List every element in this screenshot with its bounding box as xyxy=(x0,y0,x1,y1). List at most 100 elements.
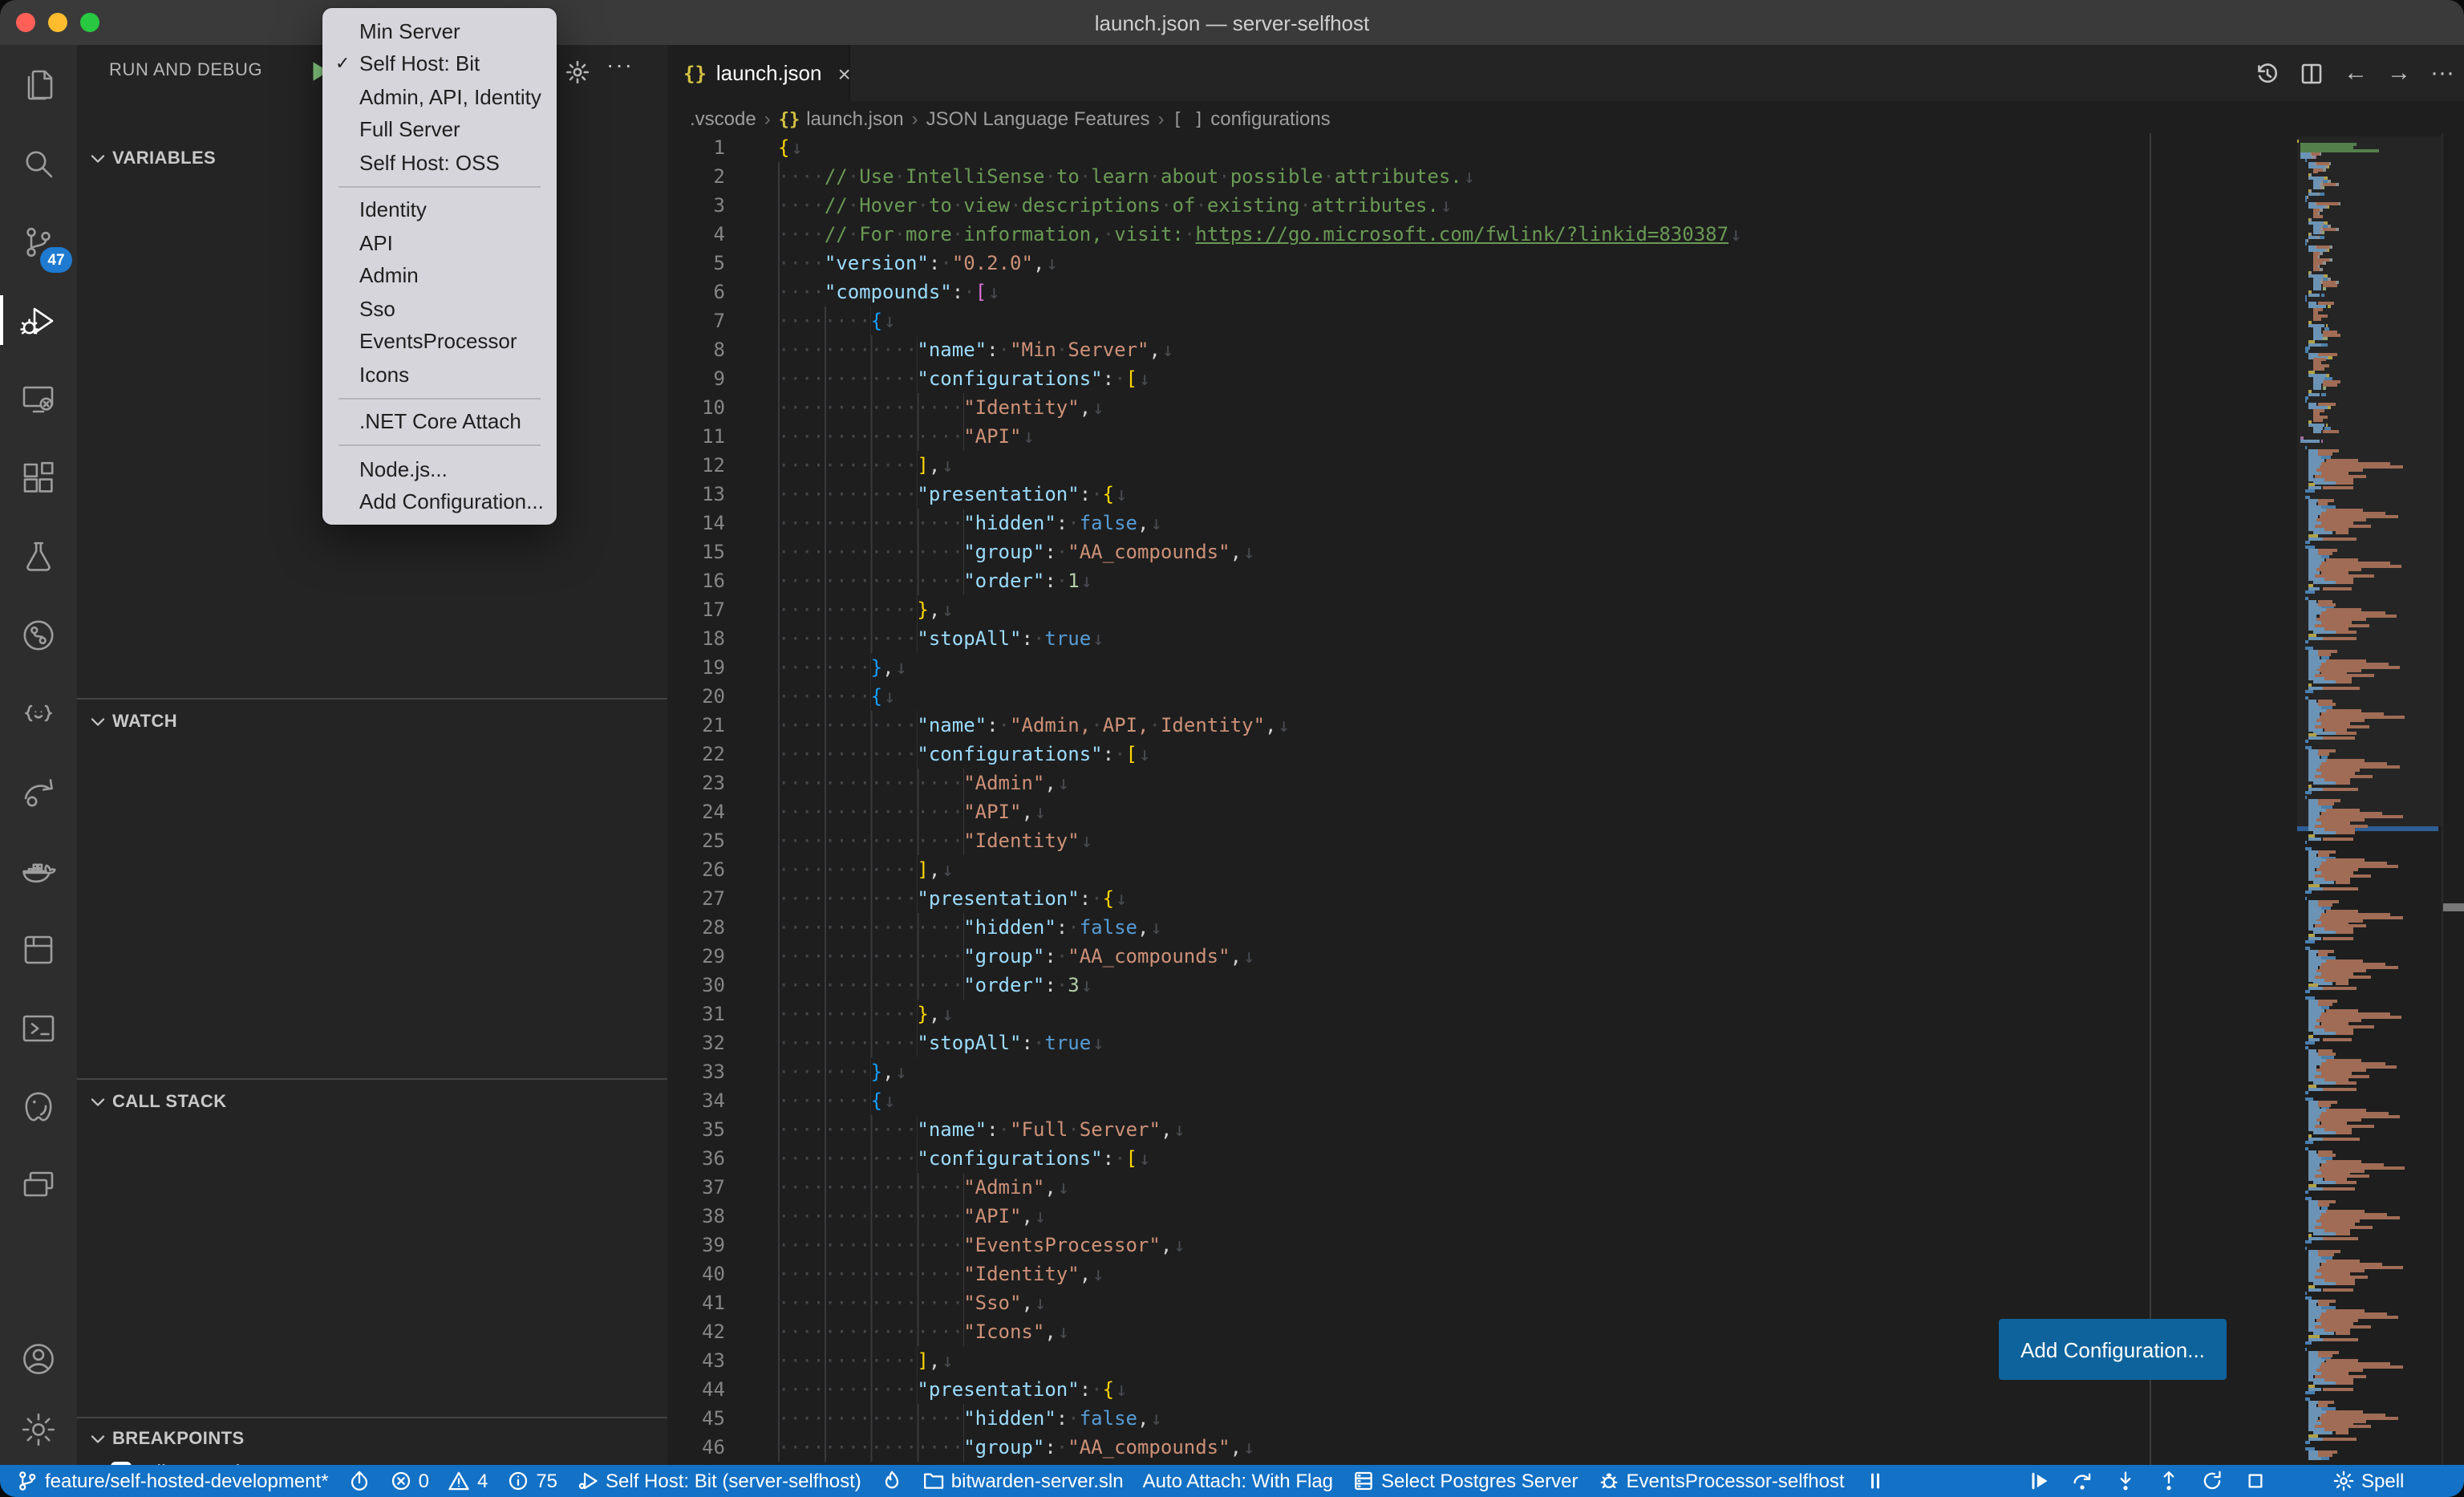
code-line[interactable]: 16················"order":·1↓ xyxy=(667,566,2464,595)
code-line[interactable]: 37················"Admin",↓ xyxy=(667,1173,2464,1202)
code-line[interactable]: 4····//·For·more·information,·visit:·htt… xyxy=(667,220,2464,249)
code-line[interactable]: 1{↓ xyxy=(667,133,2464,162)
more-actions-icon[interactable]: ··· xyxy=(2430,59,2454,87)
code-line[interactable]: 6····"compounds":·[↓ xyxy=(667,278,2464,306)
gitlens-icon[interactable] xyxy=(0,595,77,674)
code-line[interactable]: 2····//·Use·IntelliSense·to·learn·about·… xyxy=(667,162,2464,191)
code-line[interactable]: 27············"presentation":·{↓ xyxy=(667,884,2464,913)
navigate-forward-icon[interactable]: → xyxy=(2387,59,2411,87)
code-line[interactable]: 19········},↓ xyxy=(667,653,2464,682)
menu-item-self-host-bit[interactable]: ✓Self Host: Bit xyxy=(322,47,557,80)
explorer-icon[interactable] xyxy=(0,45,77,124)
testing-icon[interactable] xyxy=(0,517,77,595)
publish-changes[interactable] xyxy=(348,1470,371,1492)
menu-item-add-configuration-[interactable]: Add Configuration... xyxy=(322,485,557,518)
live-share-icon[interactable] xyxy=(0,753,77,831)
breadcrumb-item[interactable]: .vscode xyxy=(690,108,756,130)
code-line[interactable]: 41················"Sso",↓ xyxy=(667,1288,2464,1317)
code-line[interactable]: 24················"API",↓ xyxy=(667,797,2464,826)
step-over-button[interactable] xyxy=(2071,1470,2093,1492)
watch-section-header[interactable]: WATCH xyxy=(77,704,667,740)
auto-attach[interactable]: Auto Attach: With Flag xyxy=(1143,1465,1333,1497)
menu-item-min-server[interactable]: Min Server xyxy=(322,14,557,47)
code-line[interactable]: 45················"hidden":·false,↓ xyxy=(667,1404,2464,1433)
remote-explorer-icon[interactable] xyxy=(0,359,77,438)
code-line[interactable]: 34········{↓ xyxy=(667,1086,2464,1115)
code-line[interactable]: 40················"Identity",↓ xyxy=(667,1260,2464,1288)
code-line[interactable]: 10················"Identity",↓ xyxy=(667,393,2464,422)
info-count[interactable]: 75 xyxy=(507,1465,557,1497)
code-line[interactable]: 46················"group":·"AA_compounds… xyxy=(667,1433,2464,1462)
code-line[interactable]: 17············},↓ xyxy=(667,595,2464,624)
add-configuration-button[interactable]: Add Configuration... xyxy=(1999,1319,2227,1380)
code-line[interactable]: 35············"name":·"Full·Server",↓ xyxy=(667,1115,2464,1144)
menu-item-self-host-oss[interactable]: Self Host: OSS xyxy=(322,146,557,179)
navigate-back-icon[interactable]: ← xyxy=(2344,59,2368,87)
menu-item-sso[interactable]: Sso xyxy=(322,292,557,325)
code-line[interactable]: 14················"hidden":·false,↓ xyxy=(667,509,2464,538)
breakpoints-section-header[interactable]: BREAKPOINTS xyxy=(77,1422,667,1457)
account-icon[interactable] xyxy=(0,1324,77,1394)
profiler[interactable] xyxy=(881,1470,903,1492)
code-line[interactable]: 39················"EventsProcessor",↓ xyxy=(667,1231,2464,1260)
pause-button[interactable] xyxy=(1864,1470,1886,1492)
search-icon[interactable] xyxy=(0,124,77,202)
minimap[interactable] xyxy=(2297,136,2442,1465)
code-line[interactable]: 33········},↓ xyxy=(667,1057,2464,1086)
code-line[interactable]: 38················"API",↓ xyxy=(667,1202,2464,1231)
spell-checker[interactable]: Spell xyxy=(2332,1465,2404,1497)
code-line[interactable]: 3····//·Hover·to·view·descriptions·of·ex… xyxy=(667,191,2464,220)
code-line[interactable]: 7········{↓ xyxy=(667,306,2464,335)
menu-item-eventsprocessor[interactable]: EventsProcessor xyxy=(322,325,557,358)
source-control-icon[interactable]: 47 xyxy=(0,202,77,281)
menu-item-admin[interactable]: Admin xyxy=(322,259,557,292)
code-line[interactable]: 13············"presentation":·{↓ xyxy=(667,480,2464,509)
zoom-window-button[interactable] xyxy=(80,13,99,32)
close-tab-icon[interactable]: × xyxy=(837,60,850,86)
settings-icon[interactable] xyxy=(0,1394,77,1465)
window-panels-icon[interactable] xyxy=(0,1146,77,1224)
code-line[interactable]: 18············"stopAll":·true↓ xyxy=(667,624,2464,653)
scrollbar[interactable] xyxy=(2442,133,2464,1465)
call-stack-section-header[interactable]: CALL STACK xyxy=(77,1085,667,1120)
code-line[interactable]: 23················"Admin",↓ xyxy=(667,769,2464,797)
more-actions-icon[interactable]: ··· xyxy=(606,51,634,77)
solution-picker[interactable]: bitwarden-server.sln xyxy=(922,1465,1124,1497)
split-editor-icon[interactable] xyxy=(2299,60,2324,86)
code-line[interactable]: 12············],↓ xyxy=(667,451,2464,480)
breadcrumb-item[interactable]: {}launch.json xyxy=(779,108,904,130)
step-into-button[interactable] xyxy=(2114,1470,2137,1492)
menu-item-api[interactable]: API xyxy=(322,226,557,259)
code-editor[interactable]: 1{↓2····//·Use·IntelliSense·to·learn·abo… xyxy=(667,133,2464,1465)
gear-icon[interactable] xyxy=(565,59,590,85)
minimize-window-button[interactable] xyxy=(48,13,67,32)
timeline-history-icon[interactable] xyxy=(2254,60,2280,86)
debug-session[interactable]: EventsProcessor-selfhost xyxy=(1597,1465,1844,1497)
code-line[interactable]: 20········{↓ xyxy=(667,682,2464,711)
tab-launch-json[interactable]: {} launch.json × xyxy=(667,45,850,101)
code-line[interactable]: 22············"configurations":·[↓ xyxy=(667,740,2464,769)
stop-button[interactable] xyxy=(2244,1470,2267,1492)
code-line[interactable]: 5····"version":·"0.2.0",↓ xyxy=(667,249,2464,278)
menu-item-full-server[interactable]: Full Server xyxy=(322,113,557,146)
warning-count[interactable]: 4 xyxy=(448,1465,488,1497)
menu-item-identity[interactable]: Identity xyxy=(322,193,557,226)
code-line[interactable]: 36············"configurations":·[↓ xyxy=(667,1144,2464,1173)
code-line[interactable]: 8············"name":·"Min·Server",↓ xyxy=(667,335,2464,364)
error-count[interactable]: 0 xyxy=(390,1465,429,1497)
powershell-icon[interactable] xyxy=(0,988,77,1067)
breadcrumb-item[interactable]: [ ]configurations xyxy=(1173,108,1331,130)
code-line[interactable]: 21············"name":·"Admin,·API,·Ident… xyxy=(667,711,2464,740)
run-and-debug-icon[interactable] xyxy=(0,281,77,359)
menu-item--net-core-attach[interactable]: .NET Core Attach xyxy=(322,405,557,438)
rest-client-icon[interactable] xyxy=(0,674,77,753)
code-line[interactable]: 26············],↓ xyxy=(667,855,2464,884)
code-line[interactable]: 31············},↓ xyxy=(667,1000,2464,1028)
postgres-icon[interactable] xyxy=(0,1067,77,1146)
database-icon[interactable] xyxy=(0,910,77,988)
code-line[interactable]: 32············"stopAll":·true↓ xyxy=(667,1028,2464,1057)
continue-button[interactable] xyxy=(2028,1470,2050,1492)
code-line[interactable]: 11················"API"↓ xyxy=(667,422,2464,451)
code-line[interactable]: 30················"order":·3↓ xyxy=(667,971,2464,1000)
code-line[interactable]: 29················"group":·"AA_compounds… xyxy=(667,942,2464,971)
